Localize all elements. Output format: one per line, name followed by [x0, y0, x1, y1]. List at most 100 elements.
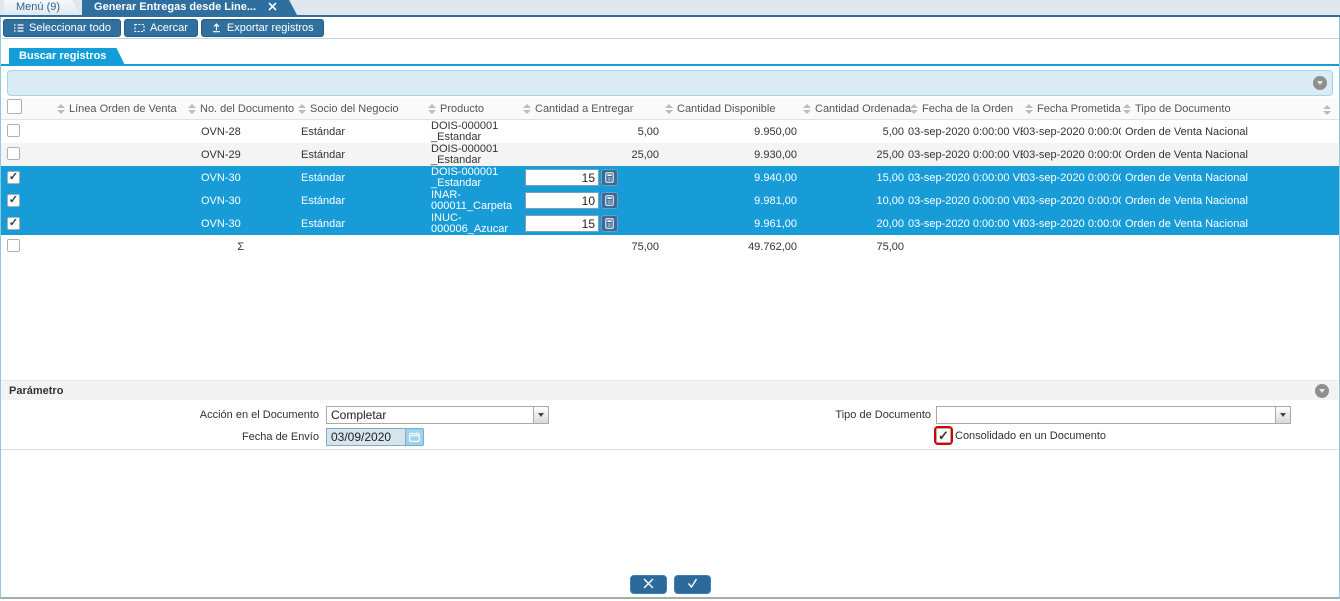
- sort-icon[interactable]: [910, 104, 918, 114]
- sort-icon[interactable]: [665, 104, 673, 114]
- list-icon: [13, 23, 24, 33]
- column-label: Cantidad Disponible: [677, 103, 775, 115]
- sort-icon[interactable]: [298, 104, 306, 114]
- cell-cantidad-disponible-total: 49.762,00: [663, 241, 801, 253]
- column-header-fecha-orden[interactable]: Fecha de la Orden: [908, 103, 1023, 119]
- row-checkbox[interactable]: [7, 124, 20, 137]
- zoom-button[interactable]: Acercar: [124, 19, 198, 37]
- table-row-selected[interactable]: ✓ OVN-30 Estándar INUC-000006_Azucar 9.9…: [1, 212, 1339, 235]
- sort-icon[interactable]: [803, 104, 811, 114]
- parameter-panel-body: Acción en el Documento Completar Tipo de…: [1, 400, 1339, 450]
- sort-icon[interactable]: [1123, 104, 1131, 114]
- column-header-socio[interactable]: Socio del Negocio: [296, 103, 426, 119]
- cell-cantidad-entregar: 25,00: [521, 149, 663, 161]
- confirm-button[interactable]: [674, 575, 711, 594]
- parameter-row: Fecha de Envío ✓ Consolidado en un Docum…: [1, 426, 1339, 448]
- search-collapse-button[interactable]: [1313, 76, 1327, 90]
- cancel-x-icon: [642, 577, 655, 592]
- cell-fecha-prometida: 03-sep-2020 0:00:00 VET: [1023, 218, 1121, 230]
- ship-date-input[interactable]: [326, 428, 406, 446]
- column-label: Tipo de Documento: [1135, 103, 1231, 115]
- doc-action-label: Acción en el Documento: [1, 404, 319, 426]
- consolidate-checkbox-checked[interactable]: ✓: [936, 428, 951, 443]
- select-all-button[interactable]: Seleccionar todo: [3, 19, 121, 37]
- quantity-input[interactable]: [525, 169, 599, 186]
- table-row[interactable]: OVN-28 Estándar DOIS-000001_Estandar 5,0…: [1, 120, 1339, 143]
- cell-fecha-orden: 03-sep-2020 0:00:00 VET: [908, 195, 1023, 207]
- sort-icon[interactable]: [1323, 105, 1331, 115]
- sort-icon[interactable]: [1025, 104, 1033, 114]
- column-header-fecha-prometida[interactable]: Fecha Prometida: [1023, 103, 1121, 119]
- tab-generar-entregas[interactable]: Generar Entregas desde Line...: [82, 0, 297, 15]
- close-tab-icon[interactable]: [268, 2, 277, 11]
- table-row-selected[interactable]: ✓ OVN-30 Estándar DOIS-000001_Estandar 9…: [1, 166, 1339, 189]
- cell-tipo-documento: Orden de Venta Nacional: [1121, 149, 1311, 161]
- sort-icon[interactable]: [523, 104, 531, 114]
- row-checkbox-checked[interactable]: ✓: [7, 194, 20, 207]
- table-row[interactable]: OVN-29 Estándar DOIS-000001_Estandar 25,…: [1, 143, 1339, 166]
- column-header-end[interactable]: [1311, 105, 1339, 119]
- cell-cantidad-disponible: 9.950,00: [663, 126, 801, 138]
- empty-area: [1, 258, 1339, 380]
- row-checkbox[interactable]: [7, 147, 20, 160]
- calculator-button[interactable]: [601, 169, 618, 186]
- table-row-selected[interactable]: ✓ OVN-30 Estándar INAR-000011_Carpeta 9.…: [1, 189, 1339, 212]
- column-label: Socio del Negocio: [310, 103, 399, 115]
- column-header-cantidad-disponible[interactable]: Cantidad Disponible: [663, 103, 801, 119]
- row-checkbox-checked[interactable]: ✓: [7, 171, 20, 184]
- export-records-button[interactable]: Exportar registros: [201, 19, 324, 37]
- sort-icon[interactable]: [57, 104, 65, 114]
- cell-cantidad-ordenada: 15,00: [801, 172, 908, 184]
- cell-socio: Estándar: [296, 149, 426, 161]
- doc-type-value: [937, 407, 1275, 423]
- product-line1: DOIS-000001: [431, 144, 521, 155]
- select-all-label: Seleccionar todo: [29, 22, 111, 34]
- empty-area: [1, 450, 1339, 575]
- sort-icon[interactable]: [428, 104, 436, 114]
- row-checkbox[interactable]: [7, 239, 20, 252]
- find-tab-underline: [1, 64, 1339, 66]
- column-header-linea[interactable]: Línea Orden de Venta: [31, 103, 186, 119]
- doc-action-combobox[interactable]: Completar: [326, 406, 549, 424]
- column-header-documento[interactable]: No. del Documento: [186, 103, 296, 119]
- cell-cantidad-entregar: 5,00: [521, 126, 663, 138]
- cell-producto: DOIS-000001_Estandar: [426, 120, 521, 143]
- column-label: Fecha de la Orden: [922, 103, 1013, 115]
- quantity-input[interactable]: [525, 192, 599, 209]
- column-header-producto[interactable]: Producto: [426, 103, 521, 119]
- calendar-button[interactable]: [406, 428, 424, 446]
- table-sum-row[interactable]: Σ 75,00 49.762,00 75,00: [1, 235, 1339, 258]
- column-label: Línea Orden de Venta: [69, 103, 177, 115]
- tab-menu[interactable]: Menú (9): [4, 0, 80, 15]
- cell-documento: OVN-30: [186, 195, 296, 207]
- product-line2: _Estandar: [431, 132, 521, 143]
- row-checkbox-checked[interactable]: ✓: [7, 217, 20, 230]
- cell-cantidad-disponible: 9.981,00: [663, 195, 801, 207]
- column-header-tipo-documento[interactable]: Tipo de Documento: [1121, 103, 1311, 119]
- cell-tipo-documento: Orden de Venta Nacional: [1121, 195, 1311, 207]
- column-header-cantidad-ordenada[interactable]: Cantidad Ordenada: [801, 103, 908, 119]
- cancel-button[interactable]: [630, 575, 667, 594]
- calculator-button[interactable]: [601, 192, 618, 209]
- tab-buscar-registros[interactable]: Buscar registros: [9, 48, 124, 64]
- parameter-title: Parámetro: [9, 385, 63, 397]
- sort-icon[interactable]: [188, 104, 196, 114]
- column-header-cantidad-entregar[interactable]: Cantidad a Entregar: [521, 103, 663, 119]
- chevron-down-icon: [1319, 389, 1325, 393]
- parameter-collapse-button[interactable]: [1315, 384, 1329, 398]
- quantity-input[interactable]: [525, 215, 599, 232]
- search-input[interactable]: [7, 70, 1333, 96]
- combo-arrow-icon[interactable]: [533, 407, 548, 423]
- export-upload-icon: [211, 22, 222, 33]
- cell-cantidad-entregar: [521, 192, 663, 209]
- product-line1: DOIS-000001: [431, 121, 521, 132]
- doc-type-combobox[interactable]: [936, 406, 1291, 424]
- cell-documento: OVN-30: [186, 218, 296, 230]
- cell-cantidad-ordenada-total: 75,00: [801, 241, 908, 253]
- confirm-check-icon: [686, 577, 699, 592]
- calculator-button[interactable]: [601, 215, 618, 232]
- cell-cantidad-ordenada: 20,00: [801, 218, 908, 230]
- combo-arrow-icon[interactable]: [1275, 407, 1290, 423]
- select-all-rows-checkbox[interactable]: [7, 99, 22, 114]
- zoom-window-icon: [134, 23, 145, 33]
